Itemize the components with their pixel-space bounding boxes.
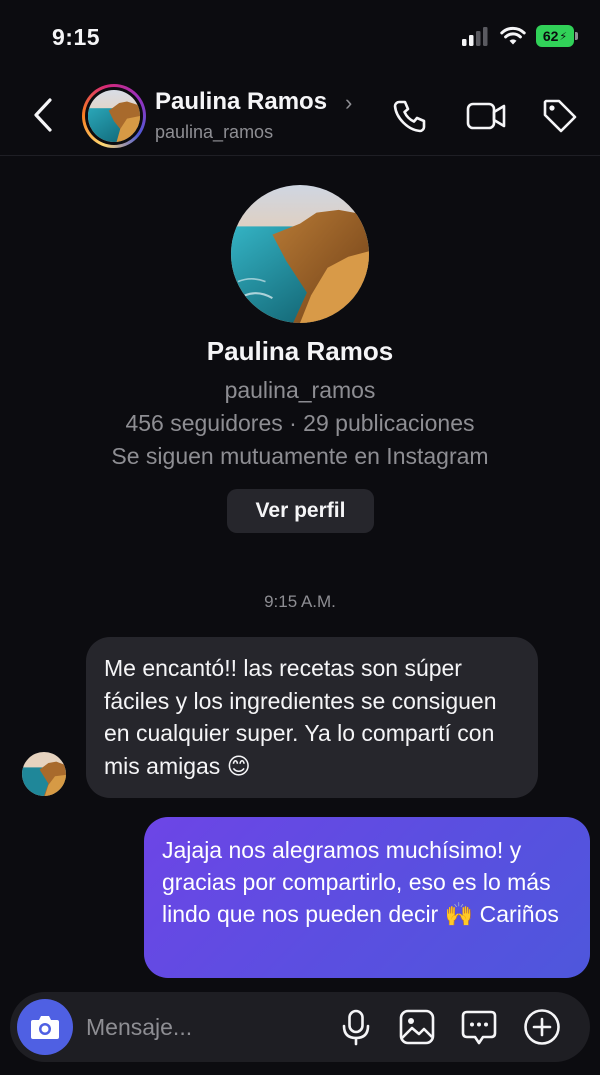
gallery-icon	[399, 1009, 435, 1045]
signal-icon	[462, 27, 488, 46]
profile-username: paulina_ramos	[224, 377, 376, 403]
header-username: paulina_ramos	[155, 122, 274, 142]
gallery-button[interactable]	[397, 1007, 437, 1047]
video-icon	[466, 102, 506, 130]
profile-stats: 456 seguidores · 29 publicaciones	[125, 410, 475, 436]
sticker-button[interactable]	[459, 1007, 499, 1047]
chat-header: Paulina Ramos › paulina_ramos	[0, 76, 600, 156]
tag-icon	[543, 99, 577, 133]
tag-button[interactable]	[540, 96, 580, 136]
phone-icon	[393, 100, 426, 133]
sender-avatar[interactable]	[22, 752, 66, 796]
outgoing-message[interactable]: Jajaja nos alegramos muchísimo! y gracia…	[144, 817, 590, 978]
voice-message-button[interactable]	[336, 1007, 376, 1047]
back-icon	[34, 98, 52, 132]
status-time: 9:15	[52, 24, 101, 50]
more-options-button[interactable]	[522, 1007, 562, 1047]
plus-icon	[524, 1009, 560, 1045]
battery-level: 62	[542, 28, 559, 44]
video-call-button[interactable]	[465, 96, 506, 136]
camera-button[interactable]	[17, 999, 73, 1055]
avatar-image	[88, 90, 140, 142]
battery-indicator: 62 ⚡	[536, 25, 578, 47]
message-timestamp: 9:15 A.M.	[264, 592, 336, 611]
sender-avatar-image	[22, 752, 66, 796]
sticker-icon	[461, 1010, 497, 1045]
status-indicators: 62 ⚡	[462, 25, 578, 47]
status-bar: 9:15 62 ⚡	[0, 0, 600, 76]
message-input[interactable]	[86, 1007, 316, 1047]
profile-name: Paulina Ramos	[206, 336, 394, 366]
microphone-icon	[342, 1009, 370, 1046]
wifi-icon	[500, 26, 526, 45]
back-button[interactable]	[28, 96, 60, 134]
chevron-right-icon: ›	[345, 90, 353, 115]
view-profile-button[interactable]: Ver perfil	[227, 489, 374, 533]
camera-icon	[31, 1016, 59, 1039]
profile-avatar-image	[231, 185, 369, 323]
incoming-message[interactable]: Me encantó!! las recetas son súper fácil…	[86, 637, 538, 798]
message-composer	[10, 992, 590, 1062]
profile-mutual-follow: Se siguen mutuamente en Instagram	[111, 443, 489, 469]
profile-avatar[interactable]	[231, 185, 369, 323]
call-button[interactable]	[390, 96, 430, 136]
header-name[interactable]: Paulina Ramos	[155, 88, 327, 116]
header-avatar[interactable]	[82, 84, 146, 148]
